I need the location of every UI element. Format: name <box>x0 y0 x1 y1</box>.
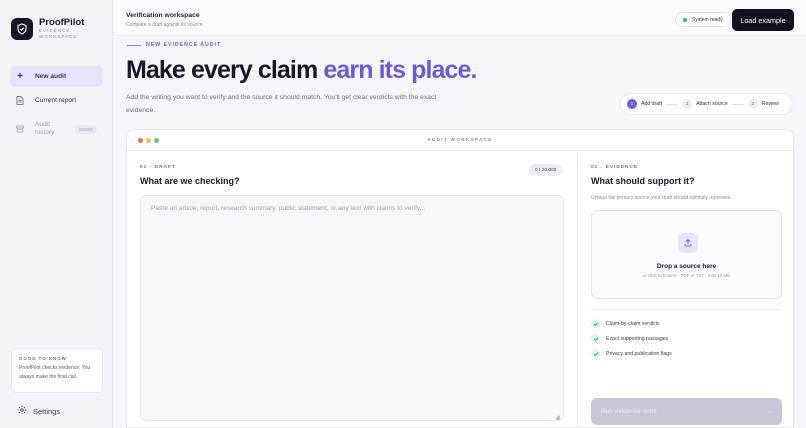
brand-subtitle: EVIDENCE WORKSPACE <box>39 28 78 39</box>
feature-item: Exact supporting passages <box>591 334 668 343</box>
card-title: AUDIT WORKSPACE <box>427 138 493 143</box>
upload-icon <box>678 233 698 253</box>
page-title: Make every claim earn its place. <box>126 56 478 85</box>
system-status-text: System ready <box>692 16 723 23</box>
run-audit-button[interactable]: Run evidence audit → <box>591 398 782 425</box>
character-counter: 0 / 20,000 <box>529 164 563 176</box>
step-number: 1 <box>627 99 637 109</box>
good-to-know-card: GOOD TO KNOW ProofPilot checks evidence.… <box>11 348 103 393</box>
progress-stepper: 1 Add draft 2 Attach source 3 Review <box>620 93 793 115</box>
soon-badge: SOON <box>75 124 97 134</box>
feature-label: Privacy and publication flags <box>606 350 672 357</box>
sidebar-item-label: New audit <box>35 73 67 80</box>
shield-logo-icon <box>11 17 33 40</box>
resize-handle-icon[interactable]: ◢ <box>555 414 560 421</box>
card-header: AUDIT WORKSPACE <box>127 130 793 151</box>
evidence-subtitle: Upload the primary source your draft sho… <box>591 195 732 201</box>
draft-textarea[interactable] <box>140 195 564 421</box>
evidence-panel: 02 · EVIDENCE What should support it? Up… <box>577 152 793 427</box>
archive-icon <box>14 125 26 133</box>
check-icon <box>591 319 600 328</box>
step-number: 3 <box>747 99 758 109</box>
good-to-know-title: GOOD TO KNOW <box>19 356 67 361</box>
workspace-subtitle: Compare a draft against its source <box>126 22 203 28</box>
draft-tag: 01 · DRAFT <box>140 165 176 170</box>
step-review[interactable]: 3 Review <box>747 99 779 109</box>
feature-label: Claim-by-claim verdicts <box>606 320 660 327</box>
step-label: Attach source <box>696 101 728 107</box>
feature-item: Privacy and publication flags <box>591 349 672 358</box>
sidebar-item-current-report[interactable]: Current report <box>10 93 103 107</box>
sidebar-item-label: Current report <box>35 96 77 104</box>
load-example-button[interactable]: Load example <box>732 9 794 31</box>
status-dot-icon <box>683 17 687 22</box>
system-status-badge: System ready <box>675 12 731 27</box>
run-audit-label: Run evidence audit <box>601 408 657 415</box>
sidebar-item-label: Audit history <box>35 121 55 136</box>
feature-item: Claim-by-claim verdicts <box>591 319 660 328</box>
evidence-tag: 02 · EVIDENCE <box>591 165 639 170</box>
sidebar-item-audit-history: Audit history SOON <box>10 118 103 140</box>
step-separator <box>666 103 679 105</box>
evidence-title: What should support it? <box>591 176 695 186</box>
check-icon <box>591 349 600 358</box>
settings-link[interactable]: Settings <box>17 405 60 417</box>
eyebrow-line <box>127 44 141 46</box>
eyebrow: NEW EVIDENCE AUDIT <box>127 42 221 48</box>
page-title-main: Make every claim <box>126 56 324 84</box>
brand: ProofPilot EVIDENCE WORKSPACE <box>11 17 84 40</box>
page-description: Add the writing you want to verify and t… <box>126 94 437 114</box>
feature-label: Exact supporting passages <box>606 335 669 342</box>
dropzone-title: Drop a source here <box>656 263 717 270</box>
step-add-draft[interactable]: 1 Add draft <box>627 99 662 109</box>
brand-name: ProofPilot <box>39 17 85 28</box>
step-attach-source[interactable]: 2 Attach source <box>682 99 728 109</box>
sidebar-item-new-audit[interactable]: + New audit <box>10 66 103 87</box>
audit-workspace-card: AUDIT WORKSPACE 01 · DRAFT What are we c… <box>126 129 794 428</box>
top-bar: Verification workspace Compare a draft a… <box>114 0 806 36</box>
source-dropzone[interactable]: Drop a source here or click to browse · … <box>591 210 782 299</box>
step-separator <box>731 103 744 105</box>
workspace-title: Verification workspace <box>126 12 200 19</box>
document-icon <box>14 95 26 105</box>
divider <box>591 309 782 310</box>
eyebrow-text: NEW EVIDENCE AUDIT <box>146 42 222 48</box>
arrow-right-icon: → <box>765 408 773 415</box>
step-number: 2 <box>682 99 693 109</box>
step-label: Add draft <box>641 101 663 107</box>
check-icon <box>591 334 600 343</box>
dropzone-subtitle: or click to browse · PDF or TXT · max 10… <box>642 273 731 278</box>
step-label: Review <box>761 101 779 107</box>
draft-panel: 01 · DRAFT What are we checking? 0 / 20,… <box>127 152 577 427</box>
page-title-accent: earn its place. <box>323 56 477 84</box>
sidebar: ProofPilot EVIDENCE WORKSPACE + New audi… <box>0 0 113 428</box>
good-to-know-text: ProofPilot checks evidence. You always m… <box>19 365 91 380</box>
draft-title: What are we checking? <box>140 176 240 186</box>
plus-icon: + <box>17 71 23 82</box>
gear-icon <box>17 405 27 417</box>
settings-label: Settings <box>33 406 61 416</box>
